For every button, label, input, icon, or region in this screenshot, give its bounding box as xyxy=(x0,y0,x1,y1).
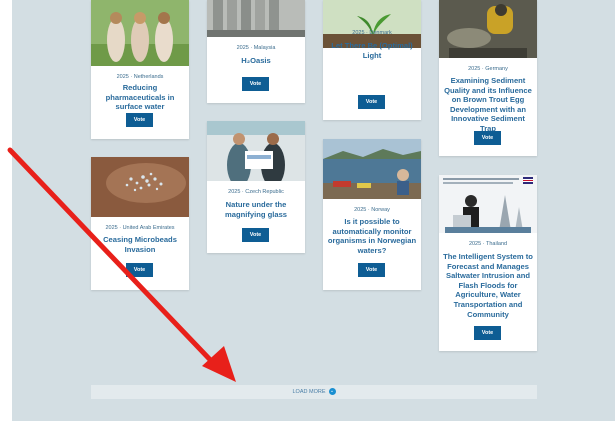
project-photo xyxy=(207,0,305,37)
project-photo xyxy=(91,0,189,66)
project-title: Ceasing Microbeads Invasion xyxy=(103,235,177,254)
project-meta: 2025 · Netherlands xyxy=(116,74,164,80)
project-card: 2025 · Germany Examining Sediment Qualit… xyxy=(439,0,537,156)
project-photo xyxy=(91,157,189,217)
project-meta: 2025 · Denmark xyxy=(352,30,392,36)
project-title: The Intelligent System to Forecast and M… xyxy=(443,252,533,319)
project-photo xyxy=(439,175,537,233)
load-more-label: LOAD MORE xyxy=(292,389,326,395)
load-more-button[interactable]: LOAD MORE ⌄ xyxy=(91,385,537,399)
vote-button[interactable]: Vote xyxy=(242,228,269,242)
project-title: Let There Be (Optimal) Light xyxy=(331,41,413,60)
vote-button[interactable]: Vote xyxy=(358,263,385,277)
project-meta: 2025 · Thailand xyxy=(468,241,508,247)
vote-button[interactable]: Vote xyxy=(126,113,153,127)
vote-button[interactable]: Vote xyxy=(242,77,269,91)
vote-button[interactable]: Vote xyxy=(126,263,153,277)
vote-button[interactable]: Vote xyxy=(474,131,501,145)
project-title: Is it possible to automatically monitor … xyxy=(327,217,417,255)
project-card: 2025 · United Arab Emirates Ceasing Micr… xyxy=(91,157,189,290)
project-meta: 2025 · Czech Republic xyxy=(228,189,284,195)
project-card: 2025 · Denmark Let There Be (Optimal) Li… xyxy=(323,0,421,120)
project-title: Reducing pharmaceuticals in surface wate… xyxy=(105,83,175,112)
chevron-down-icon: ⌄ xyxy=(328,388,336,396)
project-meta: 2025 · Malaysia xyxy=(236,45,276,51)
vote-button[interactable]: Vote xyxy=(358,95,385,109)
project-photo xyxy=(439,0,537,58)
project-card: 2025 · Netherlands Reducing pharmaceutic… xyxy=(91,0,189,139)
project-card: 2025 · Norway Is it possible to automati… xyxy=(323,139,421,290)
project-photo xyxy=(207,121,305,181)
project-meta: 2025 · Germany xyxy=(468,66,508,72)
project-card: 2025 · Thailand The Intelligent System t… xyxy=(439,175,537,351)
project-title: Examining Sediment Quality and its Influ… xyxy=(444,76,532,133)
project-meta: 2025 · Norway xyxy=(354,207,390,213)
project-title: Nature under the magnifying glass xyxy=(224,200,288,219)
project-title: H₂Oasis xyxy=(241,56,271,65)
vote-button[interactable]: Vote xyxy=(474,326,501,340)
project-meta: 2025 · United Arab Emirates xyxy=(105,225,175,231)
project-photo xyxy=(323,139,421,199)
project-card: 2025 · Czech Republic Nature under the m… xyxy=(207,121,305,253)
project-card: 2025 · Malaysia H₂Oasis Vote xyxy=(207,0,305,103)
